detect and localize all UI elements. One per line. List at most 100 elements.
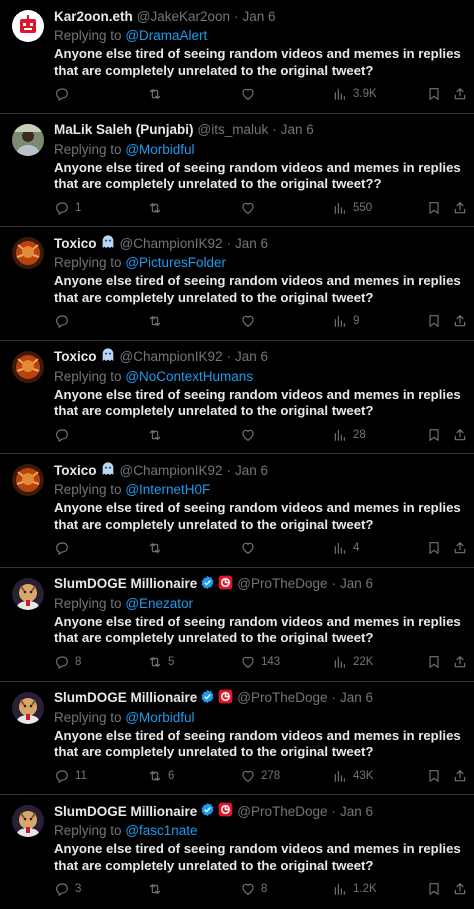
- share-button[interactable]: [452, 313, 468, 329]
- user-handle[interactable]: @ChampionIK92: [120, 236, 223, 251]
- verified-badge[interactable]: [200, 802, 215, 817]
- views-button[interactable]: 1.2K: [332, 881, 377, 897]
- share-button[interactable]: [452, 654, 468, 670]
- community-badge[interactable]: [218, 689, 233, 704]
- verified-badge[interactable]: [200, 689, 215, 704]
- share-button[interactable]: [452, 427, 468, 443]
- like-button[interactable]: [240, 540, 261, 556]
- tweet-date[interactable]: Jan 6: [340, 690, 373, 705]
- reply-button[interactable]: [54, 540, 75, 556]
- avatar[interactable]: [12, 350, 44, 383]
- reply-button[interactable]: 8: [54, 654, 81, 670]
- bookmark-button[interactable]: [426, 86, 442, 102]
- retweet-button[interactable]: 5: [147, 654, 174, 670]
- like-button[interactable]: [240, 86, 261, 102]
- display-name[interactable]: Toxico: [54, 236, 97, 251]
- reply-target-link[interactable]: @Enezator: [125, 596, 193, 611]
- reply-target-link[interactable]: @NoContextHumans: [125, 369, 253, 384]
- tweet-date[interactable]: Jan 6: [235, 236, 268, 251]
- share-button[interactable]: [452, 768, 468, 784]
- reply-target-link[interactable]: @DramaAlert: [125, 28, 207, 43]
- user-handle[interactable]: @ProTheDoge: [237, 576, 327, 591]
- avatar[interactable]: [12, 691, 44, 724]
- avatar[interactable]: [12, 464, 44, 497]
- reply-button[interactable]: [54, 86, 75, 102]
- views-button[interactable]: 3.9K: [332, 86, 377, 102]
- retweet-button[interactable]: [147, 881, 168, 897]
- tweet[interactable]: SlumDOGE Millionaire @ProTheDoge · Jan 6…: [0, 682, 474, 796]
- retweet-button[interactable]: [147, 540, 168, 556]
- tweet[interactable]: SlumDOGE Millionaire @ProTheDoge · Jan 6…: [0, 568, 474, 682]
- display-name[interactable]: Toxico: [54, 463, 97, 478]
- avatar[interactable]: [12, 805, 44, 838]
- reply-target-link[interactable]: @InternetH0F: [125, 482, 210, 497]
- retweet-button[interactable]: [147, 200, 168, 216]
- tweet[interactable]: SlumDOGE Millionaire @ProTheDoge · Jan 6…: [0, 795, 474, 909]
- share-button[interactable]: [452, 540, 468, 556]
- reply-target-link[interactable]: @fasc1nate: [125, 823, 197, 838]
- reply-button[interactable]: 11: [54, 768, 87, 784]
- reply-target-link[interactable]: @Morbidful: [125, 710, 194, 725]
- views-button[interactable]: 550: [332, 200, 372, 216]
- avatar[interactable]: [12, 123, 44, 156]
- tweet-date[interactable]: Jan 6: [235, 349, 268, 364]
- tweet-date[interactable]: Jan 6: [340, 576, 373, 591]
- bookmark-button[interactable]: [426, 881, 442, 897]
- share-button[interactable]: [452, 86, 468, 102]
- display-name[interactable]: SlumDOGE Millionaire: [54, 690, 197, 705]
- bookmark-button[interactable]: [426, 200, 442, 216]
- user-handle[interactable]: @its_maluk: [198, 122, 269, 137]
- tweet[interactable]: Toxico @ChampionIK92 · Jan 6 Replying to…: [0, 454, 474, 568]
- retweet-button[interactable]: [147, 427, 168, 443]
- bookmark-button[interactable]: [426, 313, 442, 329]
- tweet-date[interactable]: Jan 6: [340, 804, 373, 819]
- retweet-button[interactable]: [147, 313, 168, 329]
- display-name[interactable]: Toxico: [54, 349, 97, 364]
- tweet[interactable]: Kar2oon.eth @JakeKar2oon · Jan 6 Replyin…: [0, 0, 474, 114]
- like-button[interactable]: [240, 427, 261, 443]
- share-button[interactable]: [452, 881, 468, 897]
- like-button[interactable]: [240, 313, 261, 329]
- views-button[interactable]: 9: [332, 313, 359, 329]
- reply-button[interactable]: 3: [54, 881, 81, 897]
- tweet-date[interactable]: Jan 6: [281, 122, 314, 137]
- like-button[interactable]: 8: [240, 881, 267, 897]
- views-button[interactable]: 28: [332, 427, 366, 443]
- bookmark-button[interactable]: [426, 540, 442, 556]
- verified-badge[interactable]: [200, 575, 215, 590]
- display-name[interactable]: MaLik Saleh (Punjabi): [54, 122, 194, 137]
- display-name[interactable]: SlumDOGE Millionaire: [54, 576, 197, 591]
- reply-button[interactable]: 1: [54, 200, 81, 216]
- tweet-date[interactable]: Jan 6: [243, 9, 276, 24]
- views-button[interactable]: 4: [332, 540, 359, 556]
- like-button[interactable]: 278: [240, 768, 280, 784]
- display-name[interactable]: SlumDOGE Millionaire: [54, 804, 197, 819]
- reply-button[interactable]: [54, 313, 75, 329]
- like-button[interactable]: [240, 200, 261, 216]
- user-handle[interactable]: @JakeKar2oon: [137, 9, 230, 24]
- tweet[interactable]: Toxico @ChampionIK92 · Jan 6 Replying to…: [0, 341, 474, 455]
- tweet-date[interactable]: Jan 6: [235, 463, 268, 478]
- avatar[interactable]: [12, 577, 44, 610]
- views-button[interactable]: 22K: [332, 654, 373, 670]
- share-button[interactable]: [452, 200, 468, 216]
- reply-target-link[interactable]: @Morbidful: [125, 142, 194, 157]
- retweet-button[interactable]: [147, 86, 168, 102]
- retweet-button[interactable]: 6: [147, 768, 174, 784]
- user-handle[interactable]: @ProTheDoge: [237, 690, 327, 705]
- reply-button[interactable]: [54, 427, 75, 443]
- tweet[interactable]: Toxico @ChampionIK92 · Jan 6 Replying to…: [0, 227, 474, 341]
- tweet[interactable]: MaLik Saleh (Punjabi) @its_maluk · Jan 6…: [0, 114, 474, 228]
- user-handle[interactable]: @ChampionIK92: [120, 463, 223, 478]
- avatar[interactable]: [12, 237, 44, 270]
- user-handle[interactable]: @ChampionIK92: [120, 349, 223, 364]
- bookmark-button[interactable]: [426, 654, 442, 670]
- views-button[interactable]: 43K: [332, 768, 373, 784]
- bookmark-button[interactable]: [426, 768, 442, 784]
- bookmark-button[interactable]: [426, 427, 442, 443]
- display-name[interactable]: Kar2oon.eth: [54, 9, 133, 24]
- reply-target-link[interactable]: @PicturesFolder: [125, 255, 226, 270]
- community-badge[interactable]: [218, 575, 233, 590]
- avatar[interactable]: [12, 10, 44, 42]
- community-badge[interactable]: [218, 802, 233, 817]
